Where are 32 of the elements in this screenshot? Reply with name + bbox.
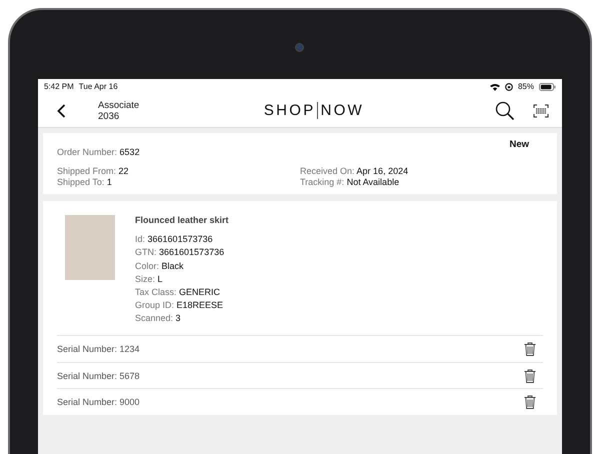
product-name: Flounced leather skirt	[135, 215, 229, 225]
order-field: Shipped To: 1	[57, 177, 300, 187]
battery-icon	[539, 82, 556, 90]
product-detail: Scanned: 3	[135, 313, 182, 324]
order-field: Shipped From: 22	[57, 166, 300, 176]
product-detail: Group ID: E18REESE	[135, 300, 224, 310]
product-detail: Size: L	[135, 274, 164, 284]
product-detail: Tax Class: GENERIC	[135, 286, 222, 297]
delete-button[interactable]	[523, 394, 537, 410]
shop-logo: SHOP NOW	[262, 102, 366, 119]
order-status: New	[509, 139, 529, 150]
status-time: 5:42 PM	[44, 82, 74, 91]
delete-button[interactable]	[523, 368, 537, 384]
wifi-icon	[490, 82, 500, 90]
user-role: Associate	[98, 100, 140, 110]
product-detail: Id: 3661601573736	[135, 234, 214, 244]
delete-button[interactable]	[523, 341, 537, 358]
product-detail: GTN: 3661601573736	[135, 247, 226, 258]
serial-number: Serial Number: 9000	[57, 397, 140, 408]
camera-icon	[295, 43, 304, 52]
serial-number: Serial Number: 5678	[57, 370, 140, 381]
product-photo-placeholder	[65, 215, 115, 280]
search-button[interactable]	[494, 100, 516, 122]
serial-number: Serial Number: 1234	[57, 344, 140, 354]
order-field: Received On: Apr 16, 2024	[300, 166, 543, 176]
rotation-lock-icon	[504, 82, 513, 90]
order-field: Order Number: 6532	[57, 147, 300, 157]
battery-percent: 85%	[518, 82, 534, 91]
status-date: Tue Apr 16	[78, 82, 118, 91]
product-detail: Color: Black	[135, 260, 185, 271]
order-field: Tracking #: Not Available	[300, 177, 543, 187]
user-id: 2036	[98, 110, 120, 122]
